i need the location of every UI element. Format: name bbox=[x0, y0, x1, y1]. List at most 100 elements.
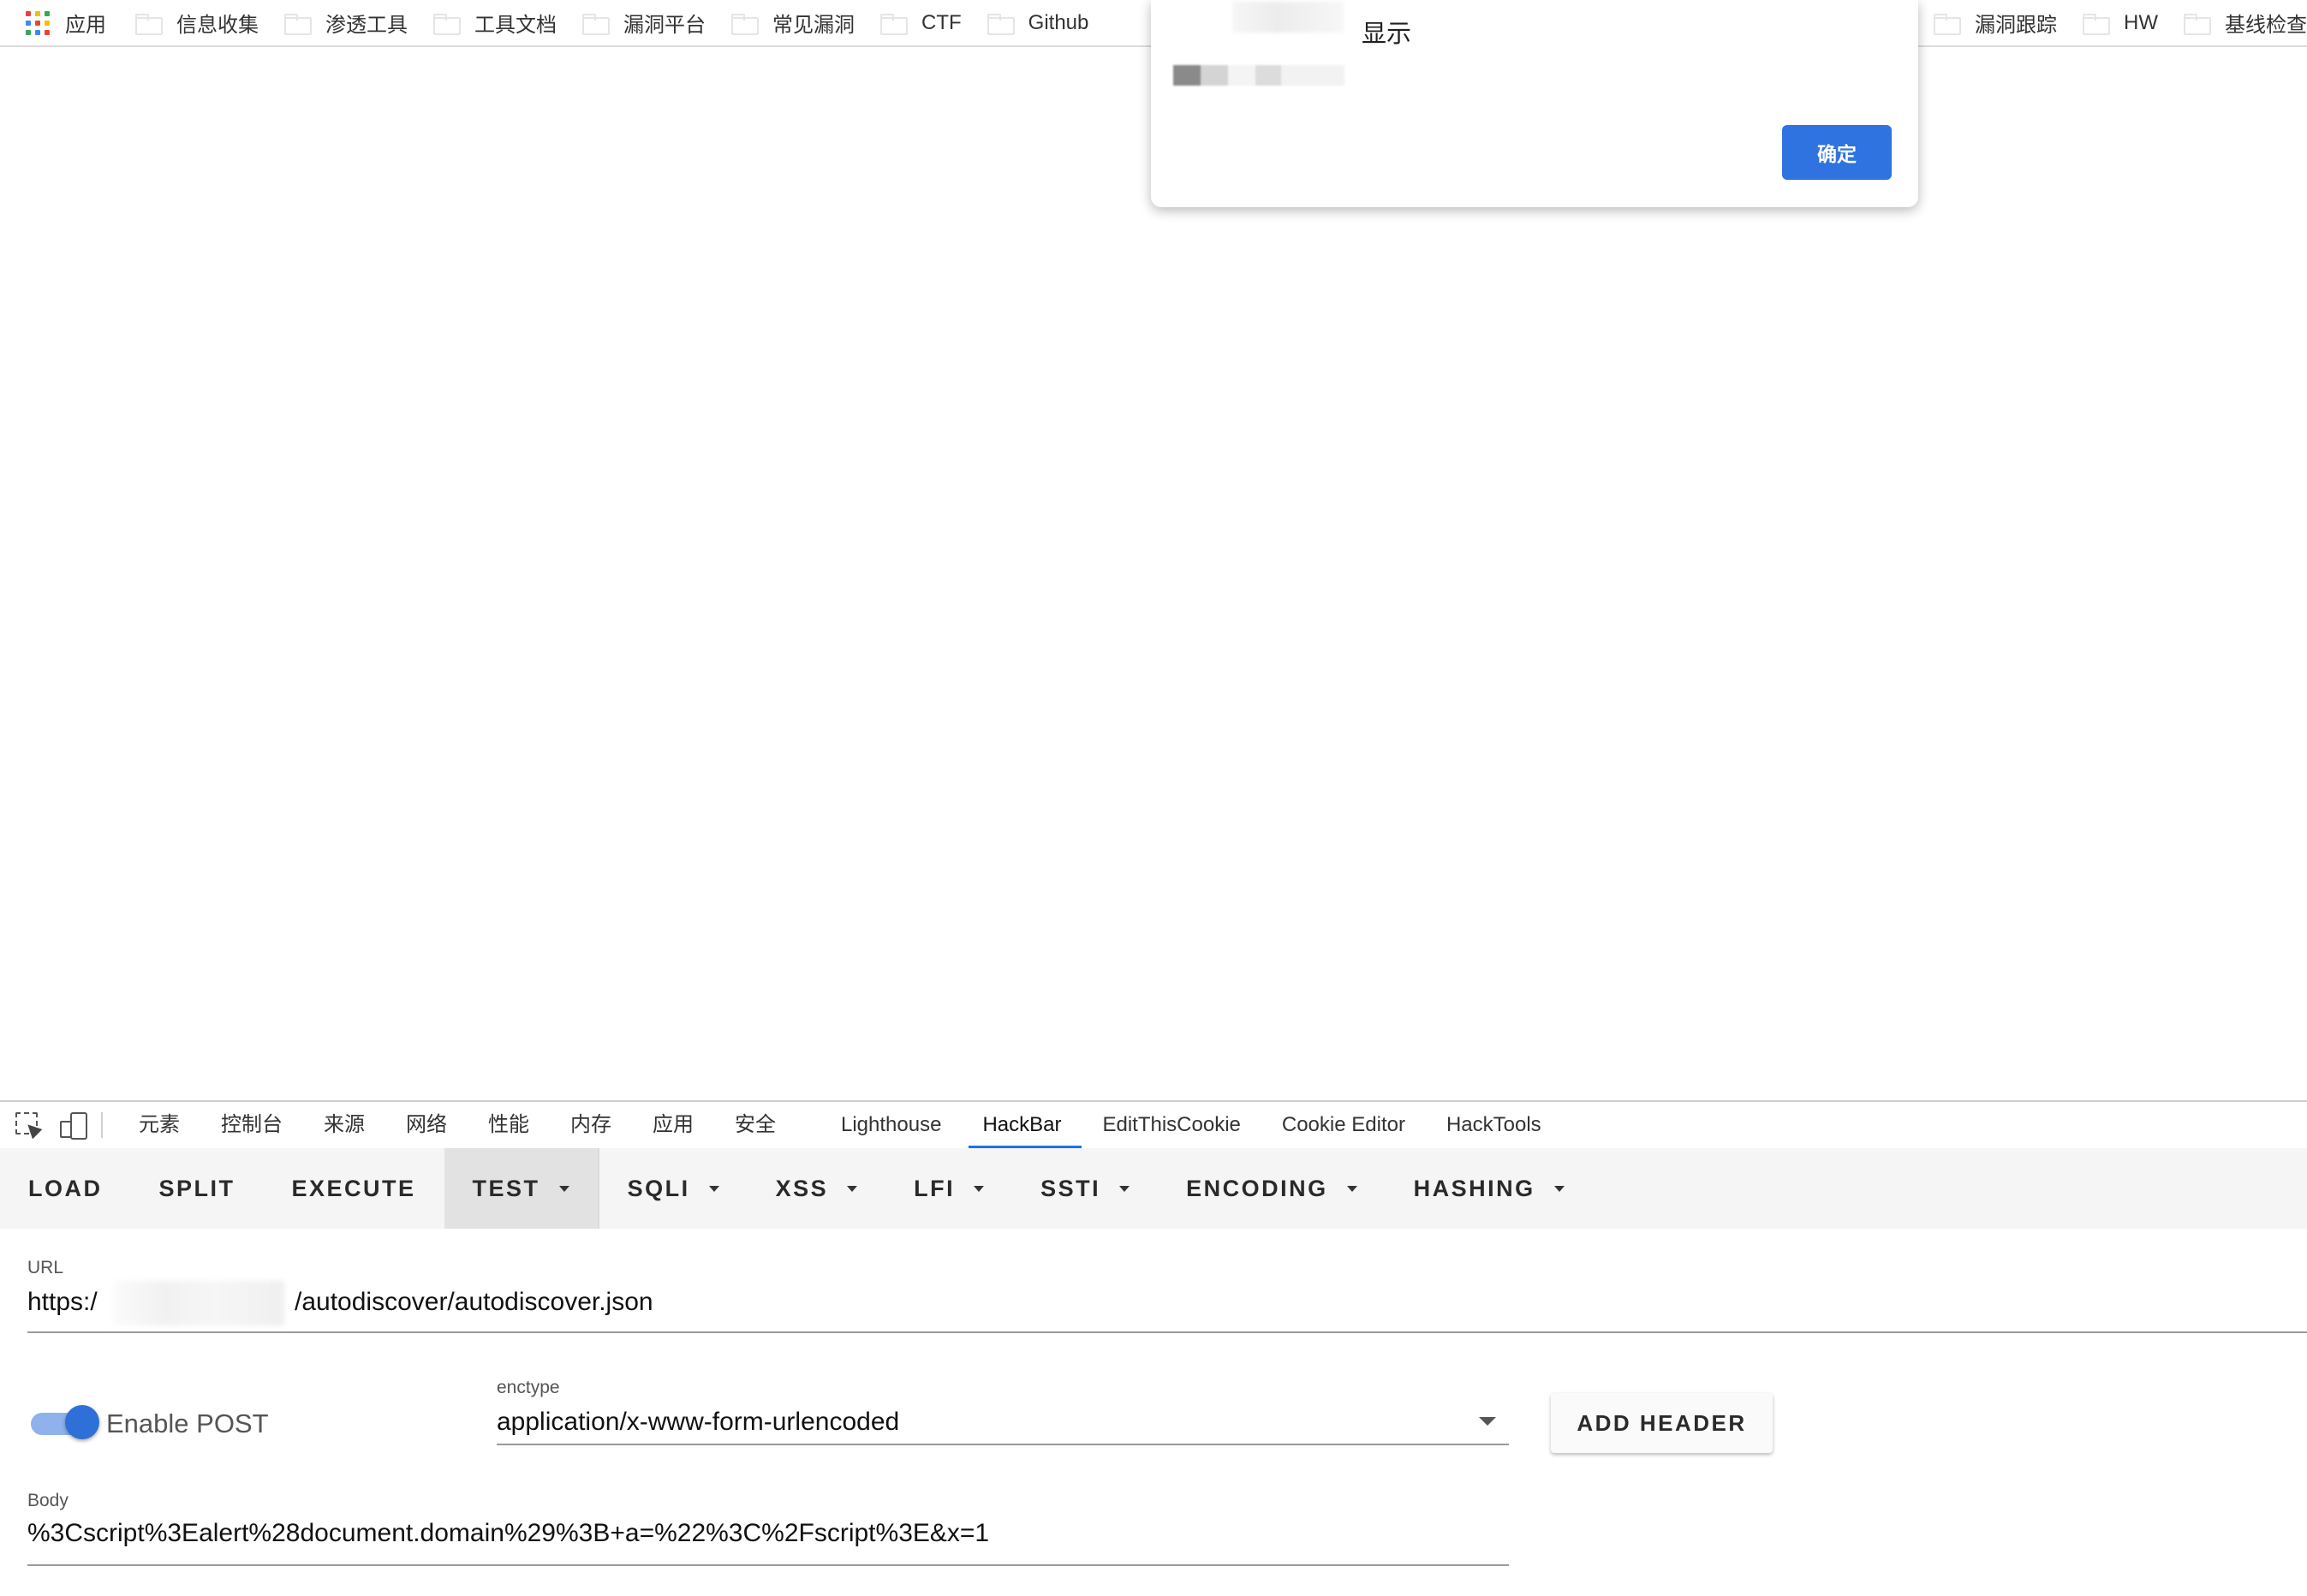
bookmark-label: HW bbox=[2124, 10, 2158, 34]
bookmark-folder[interactable]: Github bbox=[987, 8, 1089, 38]
apps-label[interactable]: 应用 bbox=[65, 8, 106, 38]
devtools-tab[interactable]: Cookie Editor bbox=[1261, 1102, 1426, 1148]
devtools-tab[interactable]: 应用 bbox=[632, 1102, 714, 1148]
page-content bbox=[0, 47, 2307, 1100]
bookmark-label: 信息收集 bbox=[176, 14, 259, 37]
bookmark-label: 漏洞平台 bbox=[623, 14, 706, 37]
hackbar-button-label: HASHING bbox=[1413, 1175, 1535, 1201]
hackbar-button-label: SQLI bbox=[627, 1175, 690, 1201]
hackbar-button[interactable]: LOAD bbox=[0, 1148, 131, 1229]
folder-icon bbox=[2184, 13, 2211, 35]
dropdown-caret-icon bbox=[974, 1185, 985, 1192]
device-toolbar-icon[interactable] bbox=[60, 1112, 87, 1140]
body-input[interactable]: %3Cscript%3Ealert%28document.domain%29%3… bbox=[27, 1514, 1509, 1565]
bookmark-folders-right: 漏洞跟踪 HW 基线检查 bbox=[1934, 8, 2307, 38]
devtools-tab[interactable]: HackTools bbox=[1426, 1102, 1562, 1148]
devtools-tab[interactable]: 控制台 bbox=[200, 1102, 303, 1148]
devtools-tab-strip: 元素 控制台 来源 网络 性能 内存 应用 安全 Lighthouse HackBar EditTh… bbox=[0, 1100, 2307, 1150]
bookmark-folder[interactable]: 漏洞跟踪 bbox=[1934, 8, 2057, 38]
redacted-message bbox=[1173, 65, 1344, 86]
body-label: Body bbox=[27, 1491, 69, 1510]
bookmark-folder[interactable]: 基线检查 bbox=[2184, 8, 2307, 38]
bookmark-label: 渗透工具 bbox=[325, 14, 408, 37]
toggle-knob bbox=[65, 1405, 99, 1439]
folder-icon bbox=[284, 13, 312, 35]
hackbar-button-label: XSS bbox=[775, 1175, 829, 1201]
hackbar-button-label: LOAD bbox=[28, 1175, 103, 1201]
bookmark-folder[interactable]: HW bbox=[2083, 8, 2158, 38]
devtools-tab[interactable]: 安全 bbox=[714, 1102, 796, 1148]
url-suffix: /autodiscover/autodiscover.json bbox=[295, 1288, 653, 1316]
bookmark-label: 漏洞跟踪 bbox=[1975, 14, 2058, 37]
folder-icon bbox=[987, 13, 1015, 35]
url-prefix: https:/ bbox=[27, 1288, 98, 1316]
folder-icon bbox=[731, 13, 759, 35]
dropdown-caret-icon bbox=[708, 1185, 719, 1192]
dropdown-caret-icon bbox=[1346, 1185, 1357, 1192]
bookmark-folder[interactable]: CTF bbox=[880, 8, 962, 38]
bookmark-folder[interactable]: 信息收集 bbox=[135, 8, 259, 38]
folder-icon bbox=[433, 13, 461, 35]
folder-icon bbox=[582, 13, 610, 35]
inspect-element-icon[interactable] bbox=[15, 1112, 41, 1138]
bookmark-folder[interactable]: 渗透工具 bbox=[284, 8, 408, 38]
dropdown-caret-icon bbox=[847, 1185, 858, 1192]
hackbar-button[interactable]: TEST bbox=[444, 1148, 598, 1229]
add-header-button[interactable]: ADD HEADER bbox=[1551, 1393, 1773, 1453]
url-input[interactable]: https:/ /autodiscover/autodiscover.json bbox=[27, 1281, 2307, 1332]
devtools-tab[interactable]: HackBar bbox=[962, 1102, 1082, 1148]
devtools-tab[interactable]: 性能 bbox=[468, 1102, 550, 1148]
hackbar-button[interactable]: ENCODING bbox=[1158, 1148, 1386, 1229]
folder-icon bbox=[135, 13, 163, 35]
hackbar-button-label: LFI bbox=[914, 1175, 956, 1201]
hackbar-toolbar: LOAD SPLIT EXECUTE TEST SQLI XSS LFI SSTI ENCODI… bbox=[0, 1148, 2307, 1229]
hackbar-button[interactable]: XSS bbox=[748, 1148, 886, 1229]
url-label: URL bbox=[27, 1258, 64, 1277]
enctype-select[interactable]: application/x-www-form-urlencoded bbox=[497, 1401, 1509, 1445]
bookmark-folder[interactable]: 漏洞平台 bbox=[582, 8, 706, 38]
hackbar-button[interactable]: LFI bbox=[885, 1148, 1012, 1229]
redacted-origin bbox=[1232, 2, 1344, 33]
bookmark-label: 常见漏洞 bbox=[772, 14, 855, 37]
bookmark-folder[interactable]: 常见漏洞 bbox=[731, 8, 855, 38]
body-value: %3Cscript%3Ealert%28document.domain%29%3… bbox=[27, 1519, 990, 1547]
hackbar-button[interactable]: SSTI bbox=[1012, 1148, 1158, 1229]
ok-button[interactable]: 确定 bbox=[1782, 125, 1892, 180]
hackbar-button-label: ENCODING bbox=[1186, 1175, 1328, 1201]
devtools-tab[interactable]: 来源 bbox=[303, 1102, 385, 1148]
enable-post-toggle[interactable] bbox=[31, 1405, 99, 1439]
toolbar-divider bbox=[101, 1112, 103, 1138]
devtools-tab[interactable]: 内存 bbox=[550, 1102, 632, 1148]
hackbar-button-label: SSTI bbox=[1040, 1175, 1101, 1201]
enctype-underline bbox=[497, 1444, 1509, 1445]
hackbar-button[interactable]: EXECUTE bbox=[264, 1148, 444, 1229]
chevron-down-icon[interactable] bbox=[1479, 1417, 1496, 1426]
apps-grid-icon[interactable] bbox=[26, 10, 50, 35]
bookmark-label: Github bbox=[1028, 10, 1089, 34]
dialog-title: 显示 bbox=[1362, 21, 1412, 48]
hackbar-button[interactable]: SPLIT bbox=[131, 1148, 264, 1229]
devtools-tab[interactable]: Lighthouse bbox=[820, 1102, 962, 1148]
alert-dialog: 显示 确定 bbox=[1151, 0, 1918, 207]
devtools-tab[interactable]: 元素 bbox=[118, 1102, 200, 1148]
hackbar-button[interactable]: HASHING bbox=[1386, 1148, 1593, 1229]
dropdown-caret-icon bbox=[558, 1185, 569, 1192]
enctype-value: application/x-www-form-urlencoded bbox=[497, 1408, 900, 1436]
enable-post-label: Enable POST bbox=[106, 1408, 269, 1438]
url-underline bbox=[27, 1331, 2307, 1333]
hackbar-button-label: SPLIT bbox=[158, 1175, 235, 1201]
hackbar-button[interactable]: SQLI bbox=[599, 1148, 748, 1229]
devtools-tabs: 元素 控制台 来源 网络 性能 内存 应用 安全 Lighthouse HackBar EditTh… bbox=[118, 1102, 1562, 1148]
hackbar-button-label: EXECUTE bbox=[291, 1175, 416, 1201]
folder-icon bbox=[880, 13, 908, 35]
redacted-host bbox=[113, 1281, 284, 1325]
dropdown-caret-icon bbox=[1119, 1185, 1130, 1192]
folder-icon bbox=[1934, 13, 1962, 35]
devtools-tab[interactable]: 网络 bbox=[385, 1102, 468, 1148]
bookmark-folder[interactable]: 工具文档 bbox=[433, 8, 557, 38]
devtools-tab[interactable]: EditThisCookie bbox=[1082, 1102, 1261, 1148]
bookmark-folders-left: 信息收集 渗透工具 工具文档 漏洞平台 常见漏洞 CTF Github bbox=[135, 8, 1114, 38]
body-underline bbox=[27, 1564, 1509, 1566]
bookmark-label: 工具文档 bbox=[474, 14, 557, 37]
bookmark-label: CTF bbox=[921, 10, 962, 34]
